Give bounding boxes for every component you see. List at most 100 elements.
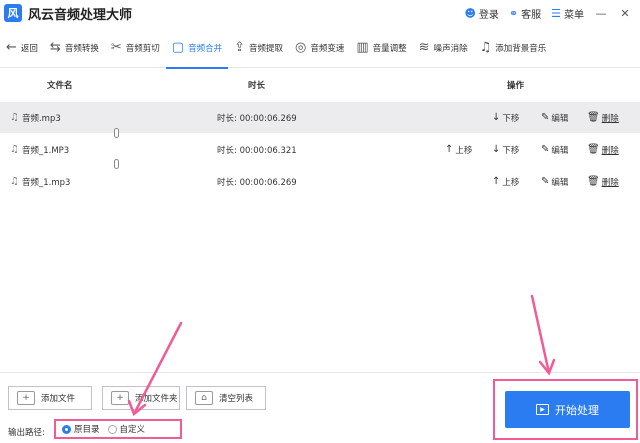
edit-button[interactable]: ✎ 编辑 [541, 144, 568, 156]
duration-cell: 时长: 00:00:06.269 [217, 112, 297, 124]
tool-back[interactable]: ← 返回 [0, 28, 44, 68]
tool-audio-convert[interactable]: ⇆ 音频转换 [44, 28, 105, 68]
user-icon: ☻ [464, 6, 476, 20]
login-button[interactable]: ☻ 登录 [464, 6, 498, 21]
move-up-button[interactable]: ↑ 上移 [445, 144, 472, 156]
file-name: 音频.mp3 [21, 113, 61, 124]
table-row[interactable]: ♫ 音频_1.mp3 时长: 00:00:06.269 ↑ 上移 ✎ 编辑 🗑 … [0, 166, 640, 197]
tool-noise-removal[interactable]: ≋ 噪声消除 [413, 28, 474, 68]
move-up-label: 上移 [455, 145, 473, 156]
app-logo: 风 [4, 4, 22, 22]
music-note-icon: ♫ [479, 40, 492, 55]
start-label: 开始处理 [555, 403, 599, 417]
duration-cell: 时长: 00:00:06.321 [217, 144, 297, 156]
radio-custom-directory[interactable]: 自定义 [107, 423, 146, 435]
edit-label: 编辑 [551, 145, 569, 156]
customer-service-button[interactable]: ⚭ 客服 [509, 6, 541, 21]
function-toolbar: ← 返回 ⇆ 音频转换 ✂ 音频剪切 ▢ 音频合并 ⇪ 音频提取 ◎ 音频变速 … [0, 28, 640, 69]
move-up-label: 上移 [502, 177, 520, 188]
back-arrow-icon: ← [6, 40, 17, 55]
tool-label: 音频合并 [188, 43, 223, 54]
title-bar-actions: ☻ 登录 ⚭ 客服 ☰ 菜单 — ✕ [464, 0, 632, 26]
column-header-duration: 时长 [248, 81, 266, 91]
convert-icon: ⇆ [49, 40, 61, 55]
output-path-label: 输出路径: [8, 428, 45, 438]
tool-label: 音频提取 [248, 43, 283, 54]
music-note-icon: ♫ [10, 112, 19, 123]
tool-label: 添加背景音乐 [495, 43, 547, 54]
close-button[interactable]: ✕ [618, 7, 632, 20]
tool-audio-speed[interactable]: ◎ 音频变速 [289, 28, 350, 68]
tool-audio-extract[interactable]: ⇪ 音频提取 [228, 28, 289, 68]
menu-label: 菜单 [564, 9, 584, 21]
headset-icon: ⚭ [508, 6, 519, 20]
delete-label: 删除 [601, 177, 619, 188]
add-file-button[interactable]: + 添加文件 [8, 386, 92, 410]
tool-label: 音频变速 [310, 43, 345, 54]
duration-value: 00:00:06.269 [239, 113, 297, 124]
output-path-options: 原目录 自定义 [54, 419, 182, 439]
pencil-icon: ✎ [541, 112, 550, 123]
speed-icon: ◎ [295, 40, 307, 55]
trash-icon: 🗑 [587, 112, 600, 123]
tool-label: 音量调整 [372, 43, 407, 54]
edit-label: 编辑 [551, 177, 569, 188]
tool-audio-cut[interactable]: ✂ 音频剪切 [105, 28, 166, 68]
edit-button[interactable]: ✎ 编辑 [541, 176, 568, 188]
tool-audio-merge[interactable]: ▢ 音频合并 [165, 28, 229, 69]
edit-button[interactable]: ✎ 编辑 [541, 112, 568, 124]
scissors-icon: ✂ [110, 40, 122, 55]
extract-icon: ⇪ [234, 40, 245, 55]
radio-label: 自定义 [119, 425, 146, 435]
table-header: 文件名 时长 操作 [0, 70, 640, 100]
pencil-icon: ✎ [541, 176, 550, 187]
file-name: 音频_1.mp3 [21, 177, 71, 188]
duration-cell: 时长: 00:00:06.269 [217, 176, 297, 188]
noise-icon: ≋ [418, 40, 430, 55]
tool-label: 噪声消除 [433, 43, 468, 54]
tool-volume-adjust[interactable]: ▥ 音量调整 [350, 28, 412, 68]
radio-checked-icon [62, 424, 71, 434]
move-up-button[interactable]: ↑ 上移 [492, 176, 519, 188]
bottom-divider [0, 372, 640, 373]
minimize-button[interactable]: — [594, 7, 608, 20]
delete-button[interactable]: 🗑 删除 [587, 176, 619, 188]
tool-add-background-music[interactable]: ♫ 添加背景音乐 [474, 28, 553, 68]
add-folder-button[interactable]: + 添加文件夹 [102, 386, 180, 410]
login-label: 登录 [478, 9, 499, 21]
pencil-icon: ✎ [541, 144, 550, 155]
file-name-cell: ♫ 音频_1.mp3 [10, 176, 70, 188]
move-down-button[interactable]: ↓ 下移 [492, 112, 519, 124]
service-label: 客服 [521, 9, 542, 21]
table-row[interactable]: ♫ 音频_1.MP3 时长: 00:00:06.321 ↑ 上移 ↓ 下移 ✎ … [0, 134, 640, 165]
duration-value: 00:00:06.269 [239, 177, 297, 188]
clear-list-label: 清空列表 [219, 394, 254, 404]
duration-value: 00:00:06.321 [239, 145, 297, 156]
arrow-down-icon: ↓ [492, 112, 501, 123]
file-name-cell: ♫ 音频_1.MP3 [10, 144, 69, 156]
delete-label: 删除 [601, 113, 619, 124]
folder-icon: + [111, 391, 129, 405]
clear-list-button[interactable]: ⌂ 清空列表 [186, 386, 266, 410]
radio-original-directory[interactable]: 原目录 [62, 423, 100, 435]
file-name: 音频_1.MP3 [21, 145, 70, 156]
tool-label: 音频剪切 [125, 43, 160, 54]
trash-icon: ⌂ [195, 391, 213, 405]
radio-label: 原目录 [74, 425, 100, 435]
tool-label: 音频转换 [64, 43, 99, 54]
delete-button[interactable]: 🗑 删除 [587, 144, 619, 156]
merge-icon: ▢ [171, 40, 185, 55]
move-down-button[interactable]: ↓ 下移 [492, 144, 519, 156]
move-down-label: 下移 [502, 113, 520, 124]
edit-label: 编辑 [551, 113, 569, 124]
tool-label: 返回 [20, 43, 38, 54]
table-row[interactable]: ♫ 音频.mp3 时长: 00:00:06.269 ↓ 下移 ✎ 编辑 🗑 删除 [0, 102, 640, 133]
start-processing-button[interactable]: ▶ 开始处理 [505, 391, 630, 428]
annotation-arrow-right [530, 294, 551, 375]
delete-label: 删除 [601, 145, 619, 156]
duration-prefix: 时长: [217, 145, 237, 156]
menu-button[interactable]: ☰ 菜单 [551, 6, 584, 21]
trash-icon: 🗑 [587, 144, 600, 155]
delete-button[interactable]: 🗑 删除 [587, 112, 619, 124]
column-header-actions: 操作 [507, 81, 525, 91]
